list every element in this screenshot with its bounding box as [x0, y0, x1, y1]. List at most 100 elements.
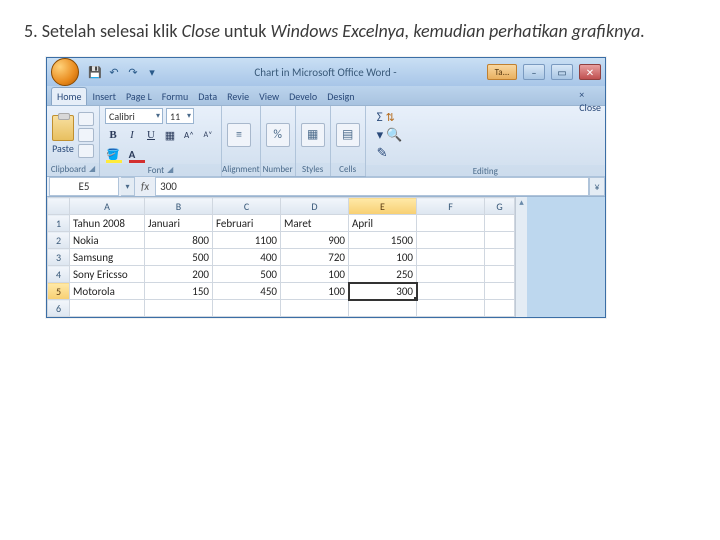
row-header-3[interactable]: 3	[48, 249, 70, 266]
cells-icon[interactable]: ▤	[336, 123, 360, 147]
row-header-6[interactable]: 6	[48, 300, 70, 317]
cell[interactable]	[70, 300, 145, 317]
alignment-icon[interactable]: ≡	[227, 123, 251, 147]
formula-input[interactable]: 300	[155, 177, 589, 196]
maximize-button[interactable]: ▭	[551, 64, 573, 80]
name-box-dropdown-icon[interactable]: ▾	[121, 177, 135, 196]
fill-color-button[interactable]: 🪣	[105, 146, 121, 162]
tab-page-layout[interactable]: Page L	[121, 88, 157, 105]
name-box[interactable]: E5	[49, 177, 119, 196]
cell[interactable]: 200	[145, 266, 213, 283]
tab-insert[interactable]: Insert	[87, 88, 121, 105]
cell[interactable]: Februari	[213, 215, 281, 232]
tab-view[interactable]: View	[254, 88, 284, 105]
italic-button[interactable]: I	[124, 127, 140, 143]
col-header-d[interactable]: D	[281, 198, 349, 215]
window-close-button[interactable]: ✕	[579, 64, 601, 80]
cell[interactable]	[281, 300, 349, 317]
col-header-g[interactable]: G	[485, 198, 515, 215]
cell[interactable]: Tahun 2008	[70, 215, 145, 232]
row-header-5[interactable]: 5	[48, 283, 70, 300]
cell[interactable]	[349, 300, 417, 317]
vertical-scrollbar[interactable]: ▴	[515, 197, 527, 317]
col-header-a[interactable]: A	[70, 198, 145, 215]
cell[interactable]	[417, 232, 485, 249]
undo-icon[interactable]: ↶	[106, 64, 122, 80]
cell[interactable]	[213, 300, 281, 317]
cell[interactable]: Motorola	[70, 283, 145, 300]
spreadsheet-grid[interactable]: A B C D E F G 1 Tahun 2008 Januari Febru…	[47, 197, 515, 317]
tab-design[interactable]: Design	[322, 88, 359, 105]
cell[interactable]: 100	[281, 266, 349, 283]
cell[interactable]	[485, 266, 515, 283]
col-header-e[interactable]: E	[349, 198, 417, 215]
cell[interactable]	[417, 300, 485, 317]
bold-button[interactable]: B	[105, 127, 121, 143]
cell[interactable]: 800	[145, 232, 213, 249]
cell[interactable]	[485, 283, 515, 300]
cell[interactable]: 100	[281, 283, 349, 300]
cell[interactable]: April	[349, 215, 417, 232]
cut-button[interactable]	[78, 112, 94, 126]
fill-icon[interactable]: ▾	[377, 128, 384, 143]
row-header-1[interactable]: 1	[48, 215, 70, 232]
cell[interactable]: 400	[213, 249, 281, 266]
cell[interactable]: Samsung	[70, 249, 145, 266]
cell[interactable]: Sony Ericsso	[70, 266, 145, 283]
cell[interactable]	[417, 283, 485, 300]
copy-button[interactable]	[78, 128, 94, 142]
col-header-b[interactable]: B	[145, 198, 213, 215]
cell[interactable]: 450	[213, 283, 281, 300]
cell[interactable]: Maret	[281, 215, 349, 232]
cell[interactable]: 720	[281, 249, 349, 266]
cell[interactable]: Januari	[145, 215, 213, 232]
qat-more-icon[interactable]: ▾	[144, 64, 160, 80]
cell[interactable]	[417, 215, 485, 232]
font-name-select[interactable]: Calibri	[105, 108, 163, 124]
col-header-c[interactable]: C	[213, 198, 281, 215]
shrink-font-button[interactable]: A˅	[200, 127, 216, 143]
number-format-icon[interactable]: %	[266, 123, 290, 147]
cell[interactable]: 100	[349, 249, 417, 266]
selected-cell[interactable]: 300	[349, 283, 417, 300]
tab-review[interactable]: Revie	[222, 88, 254, 105]
cell[interactable]: 500	[213, 266, 281, 283]
col-header-f[interactable]: F	[417, 198, 485, 215]
cell[interactable]: 1500	[349, 232, 417, 249]
row-header-4[interactable]: 4	[48, 266, 70, 283]
ribbon-close-area[interactable]: × Close	[579, 88, 601, 114]
font-launcher-icon[interactable]: ◢	[167, 165, 173, 176]
format-painter-button[interactable]	[78, 144, 94, 158]
ta-button[interactable]: Ta...	[487, 64, 517, 80]
border-button[interactable]: ▦	[162, 127, 178, 143]
tab-developer[interactable]: Develo	[284, 88, 322, 105]
cell[interactable]: 150	[145, 283, 213, 300]
underline-button[interactable]: U	[143, 127, 159, 143]
redo-icon[interactable]: ↷	[125, 64, 141, 80]
cell[interactable]: 1100	[213, 232, 281, 249]
find-icon[interactable]: 🔍	[386, 128, 402, 143]
cell[interactable]: 250	[349, 266, 417, 283]
cell[interactable]	[145, 300, 213, 317]
paste-button[interactable]: Paste	[52, 115, 74, 155]
office-button[interactable]	[51, 58, 79, 86]
tab-formulas[interactable]: Formu	[157, 88, 193, 105]
sort-filter-icon[interactable]: ⇅	[386, 111, 395, 124]
font-color-button[interactable]: A	[124, 146, 140, 162]
cell[interactable]	[485, 215, 515, 232]
cell[interactable]	[417, 249, 485, 266]
grow-font-button[interactable]: A˄	[181, 127, 197, 143]
cell[interactable]: Nokia	[70, 232, 145, 249]
cell[interactable]	[485, 232, 515, 249]
save-icon[interactable]: 💾	[87, 64, 103, 80]
tab-data[interactable]: Data	[193, 88, 222, 105]
minimize-button[interactable]: –	[523, 64, 545, 80]
cell[interactable]	[485, 300, 515, 317]
cell[interactable]: 500	[145, 249, 213, 266]
clear-icon[interactable]: ✎	[377, 146, 388, 161]
select-all-corner[interactable]	[48, 198, 70, 215]
formula-bar-expand-icon[interactable]: ¥	[589, 177, 605, 196]
row-header-2[interactable]: 2	[48, 232, 70, 249]
cell[interactable]	[485, 249, 515, 266]
clipboard-launcher-icon[interactable]: ◢	[89, 164, 95, 175]
